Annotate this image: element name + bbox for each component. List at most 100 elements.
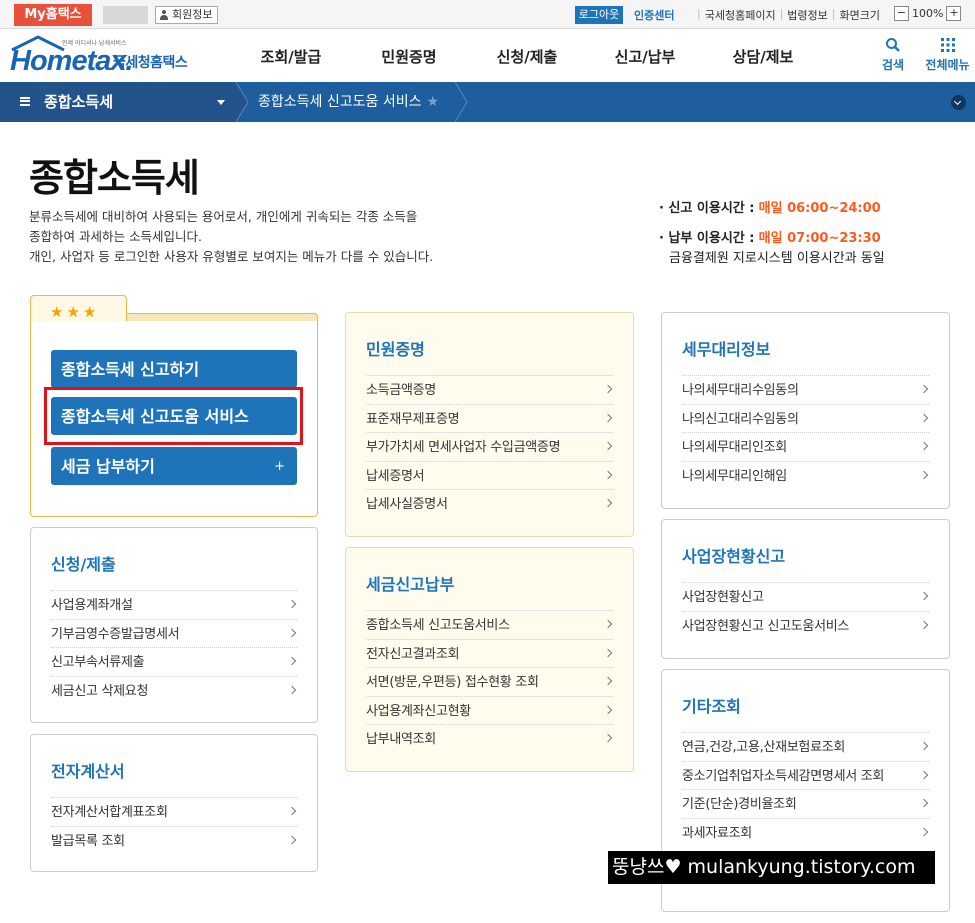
nts-homepage-link[interactable]: 국세청홈페이지 (705, 7, 776, 23)
list-item[interactable]: 표준재무제표증명 (366, 403, 613, 433)
list-item[interactable]: 나의세무대리수임동의 (682, 375, 929, 404)
logout-button[interactable]: 로그아웃 (575, 6, 623, 24)
list-item[interactable]: 전자계산서합계표조회 (51, 797, 297, 826)
list-item[interactable]: 세금신고 삭제요청 (51, 675, 297, 705)
card-title: 세금신고납부 (366, 575, 455, 594)
list-item[interactable]: 사업용계좌신고현황 (366, 695, 613, 725)
card-civil-cert: 민원증명 소득금액증명 표준재무제표증명 부가가치세 면세사업자 수입금액증명 … (345, 312, 634, 537)
zoom-in-button[interactable]: + (946, 6, 962, 21)
caret-down-icon[interactable] (217, 100, 225, 105)
card-list: 종합소득세 신고도움서비스 전자신고결과조회 서면(방문,우편등) 접수현황 조… (366, 610, 613, 753)
chevron-right-icon (919, 798, 929, 808)
card-tax-agent: 세무대리정보 나의세무대리수임동의 나의신고대리수임동의 나의세무대리인조회 나… (661, 312, 950, 509)
chevron-right-icon (603, 733, 613, 743)
page-description: 분류소득세에 대비하여 사용되는 용어로서, 개인에게 귀속되는 각종 소득을 … (29, 209, 434, 264)
chevron-right-icon (919, 413, 929, 422)
hometax-logo[interactable]: 언제 어디서나 납세서비스 Hometax. 국세청홈택스 (10, 35, 195, 77)
card-list: 전자계산서합계표조회 발급목록 조회 (51, 797, 297, 854)
list-item[interactable]: 납세증명서 (366, 460, 613, 490)
card-list: 사업장현황신고 사업장현황신고 신고도움서비스 (682, 582, 929, 639)
chevron-right-icon (919, 741, 929, 751)
person-icon (159, 9, 169, 21)
chevron-right-icon (919, 620, 929, 629)
chevron-right-icon (919, 770, 929, 779)
chevron-right-icon (603, 648, 613, 657)
pay-tax-button[interactable]: 세금 납부하기 + (51, 447, 297, 485)
grid-menu-icon (940, 38, 955, 52)
card-list: 나의세무대리수임동의 나의신고대리수임동의 나의세무대리인조회 나의세무대리인해… (682, 375, 929, 489)
all-menu-button[interactable]: 전체메뉴 (920, 37, 975, 73)
chevron-right-icon (603, 619, 613, 629)
search-button[interactable]: 검색 (877, 37, 909, 73)
list-item[interactable]: 부가가치세 면세사업자 수입금액증명 (366, 432, 613, 461)
header: 언제 어디서나 납세서비스 Hometax. 국세청홈택스 조회/발급 민원증명… (0, 29, 975, 82)
cert-center-link[interactable]: 인증센터 (634, 7, 674, 23)
list-item[interactable]: 기준(단순)경비율조회 (682, 789, 929, 818)
top-utility-bar: My홈택스 회원정보 로그아웃 인증센터 | 국세청홈페이지 | 법령정보 | … (0, 0, 975, 29)
list-item[interactable]: 소득금액증명 (366, 375, 613, 404)
section-selector[interactable]: 종합소득세 (0, 82, 238, 122)
chevron-right-icon (919, 591, 929, 601)
card-title: 신청/제출 (51, 555, 116, 574)
section-label: 종합소득세 (44, 93, 114, 111)
search-icon (886, 38, 900, 52)
plus-icon: + (274, 459, 285, 474)
list-item[interactable]: 기부금영수증발급명세서 (51, 618, 297, 648)
list-item[interactable]: 납세사실증명서 (366, 489, 613, 518)
page-title: 종합소득세 (29, 156, 200, 200)
list-item[interactable]: 발급목록 조회 (51, 825, 297, 855)
list-item[interactable]: 과세자료조회 (682, 817, 929, 847)
list-item[interactable]: 나의세무대리인해임 (682, 460, 929, 490)
nav-consult[interactable]: 상담/제보 (704, 29, 822, 82)
list-item[interactable]: 납부내역조회 (366, 724, 613, 753)
list-item[interactable]: 사업장현황신고 신고도움서비스 (682, 610, 929, 640)
card-title: 사업장현황신고 (682, 547, 786, 566)
list-item[interactable]: 신고부속서류제출 (51, 647, 297, 676)
chevron-right-icon (603, 384, 613, 394)
favorite-star-icon[interactable]: ★ (426, 94, 439, 110)
breadcrumb-current-label: 종합소득세 신고도움 서비스 (258, 94, 422, 110)
list-item[interactable]: 사업용계좌개설 (51, 590, 297, 619)
breadcrumb-current: 종합소득세 신고도움 서비스 ★ (258, 82, 439, 122)
nav-report-pay[interactable]: 신고/납부 (586, 29, 704, 82)
member-info-button[interactable]: 회원정보 (155, 6, 219, 24)
logo-korean: 국세청홈택스 (113, 55, 188, 71)
pay-time: 매일 07:00~23:30 (758, 231, 881, 246)
chevron-right-icon (603, 413, 613, 422)
list-item[interactable]: 서면(방문,우편등) 접수현황 조회 (366, 667, 613, 696)
list-item[interactable]: 종합소득세 신고도움서비스 (366, 610, 613, 639)
chevron-right-icon (919, 470, 929, 479)
zoom-out-button[interactable]: − (894, 6, 909, 21)
file-income-tax-button[interactable]: 종합소득세 신고하기 (51, 350, 297, 388)
watermark: 뚱냥쓰♥ mulankyung.tistory.com (608, 851, 935, 884)
zoom-value: 100% (912, 7, 944, 20)
list-item[interactable]: 나의신고대리수임동의 (682, 403, 929, 433)
list-item[interactable]: 전자신고결과조회 (366, 638, 613, 668)
chevron-right-icon (287, 806, 297, 816)
chevron-right-icon (287, 835, 297, 844)
nav-apply[interactable]: 신청/제출 (468, 29, 586, 82)
list-item[interactable]: 연금,건강,고용,산재보험료조회 (682, 732, 929, 761)
list-item[interactable]: 사업장현황신고 (682, 582, 929, 611)
nav-inquiry[interactable]: 조회/발급 (232, 29, 350, 82)
zoom-control: − 100% + (894, 6, 962, 21)
chevron-right-icon (287, 599, 297, 609)
list-item[interactable]: 나의세무대리인조회 (682, 432, 929, 461)
report-time: 매일 06:00~24:00 (758, 201, 881, 216)
highlight-box (44, 387, 303, 445)
expand-chevron-icon[interactable] (951, 95, 966, 110)
chevron-right-icon (603, 705, 613, 714)
list-item[interactable]: 중소기업취업자소득세감면명세서 조회 (682, 760, 929, 790)
breadcrumb-separator-icon (236, 82, 249, 122)
law-info-link[interactable]: 법령정보 (787, 7, 827, 23)
chevron-right-icon (287, 685, 297, 694)
favorites-star-icon: ★★★ (50, 303, 100, 321)
screen-size-label: 화면크기 (839, 9, 880, 22)
chevron-right-icon (603, 470, 613, 479)
user-name-placeholder (103, 6, 148, 24)
card-business-report: 사업장현황신고 사업장현황신고 사업장현황신고 신고도움서비스 (661, 519, 950, 659)
card-tax-report-pay: 세금신고납부 종합소득세 신고도움서비스 전자신고결과조회 서면(방문,우편등)… (345, 547, 634, 772)
nav-civil-cert[interactable]: 민원증명 (350, 29, 468, 82)
my-hometax-button[interactable]: My홈택스 (14, 4, 92, 26)
chevron-right-icon (287, 628, 297, 637)
